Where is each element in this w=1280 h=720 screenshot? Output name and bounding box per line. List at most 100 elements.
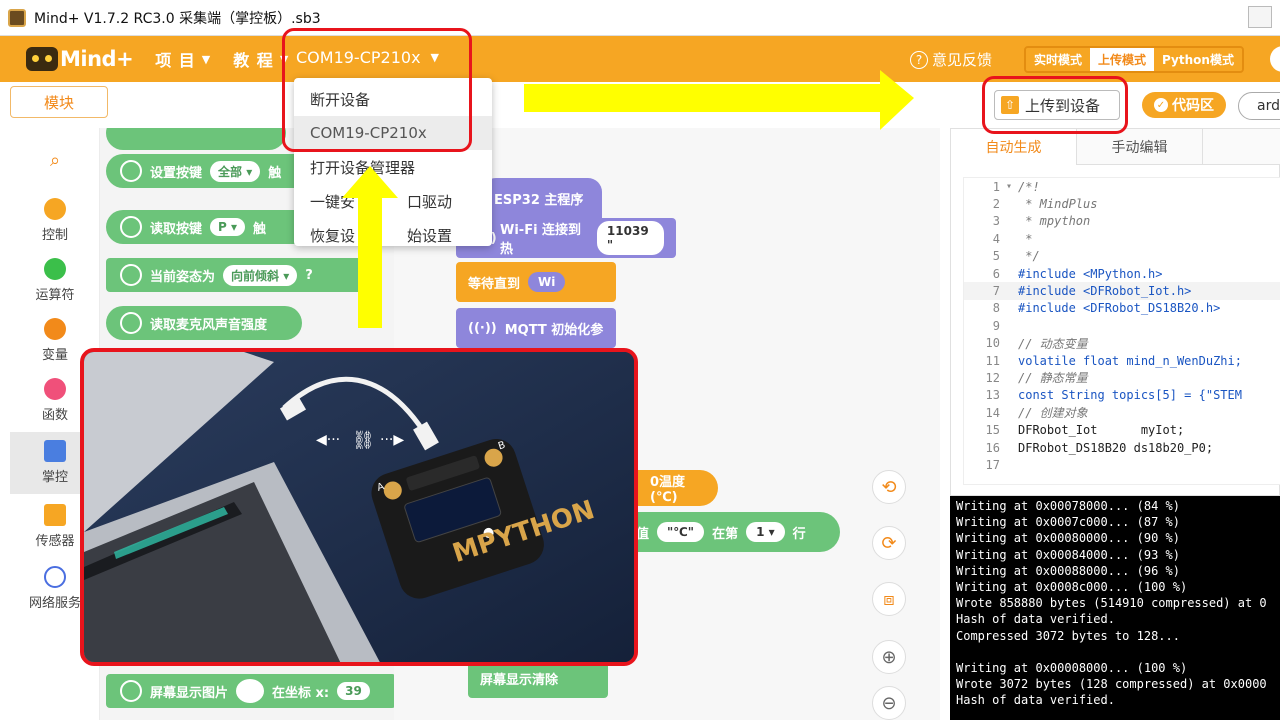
code-line[interactable]: 13 const String topics[5] = {"STEM <box>964 387 1280 404</box>
code-line[interactable]: 4 * <box>964 230 1280 247</box>
block-label: 0温度(℃) <box>650 475 686 505</box>
category-dot-icon <box>44 378 66 400</box>
user-avatar[interactable] <box>1270 46 1280 72</box>
window-titlebar: Mind+ V1.7.2 RC3.0 采集端（掌控板）.sb3 <box>0 0 1280 36</box>
board-select[interactable]: ard <box>1238 92 1280 120</box>
row-label: 在第 <box>712 526 739 542</box>
code-text: // 创建对象 <box>1018 406 1088 421</box>
code-text: const String topics[5] = {"STEM <box>1018 388 1242 403</box>
wifi-ssid-input[interactable]: 11039 " <box>596 221 664 255</box>
block-dropdown[interactable]: P ▾ <box>210 218 246 236</box>
block-dropdown[interactable]: 全部 ▾ <box>210 160 261 182</box>
block-label: Wi-Fi 连接到 热 <box>500 223 582 257</box>
code-line[interactable]: 6 #include <MPython.h> <box>964 265 1280 282</box>
chip-icon <box>44 440 66 462</box>
console-line: Writing at 0x00080000... (90 %) <box>956 531 1180 546</box>
code-editor[interactable]: 1 ▾/*! 2 * MindPlus 3 * mpython 4 * 5 */6 #inc… <box>963 177 1280 485</box>
upload-console: Writing at 0x00078000... (84 %) Writing a… <box>950 496 1280 720</box>
caret-down-icon: ▼ <box>201 52 212 66</box>
image-picker[interactable] <box>236 679 265 703</box>
line-number: 7 <box>992 284 1000 299</box>
code-line[interactable]: 14 // 创建对象 <box>964 404 1280 421</box>
code-area-toggle[interactable]: ✓ 代码区 <box>1142 92 1226 118</box>
code-line[interactable]: 17 <box>964 456 1280 473</box>
tab-auto-generate[interactable]: 自动生成 <box>951 129 1077 165</box>
code-panel: 自动生成 手动编辑 1 ▾/*! 2 * MindPlus 3 * mpython 4 … <box>950 128 1280 496</box>
code-line[interactable]: 11 volatile float mind_n_WenDuZhi; <box>964 352 1280 369</box>
touch-icon <box>120 160 142 182</box>
fold-icon[interactable]: ▾ <box>1006 181 1018 192</box>
row-dropdown[interactable]: 1 ▾ <box>746 522 785 542</box>
block-temperature[interactable]: 0温度(℃) <box>638 470 718 506</box>
unit-input[interactable]: "℃" <box>657 522 705 542</box>
code-line[interactable]: 7 #include <DFRobot_Iot.h> <box>964 282 1280 300</box>
tab-manual-edit[interactable]: 手动编辑 <box>1077 129 1203 165</box>
code-line[interactable]: 16 DFRobot_DS18B20 ds18b20_P0; <box>964 439 1280 456</box>
window-title: Mind+ V1.7.2 RC3.0 采集端（掌控板）.sb3 <box>34 10 321 27</box>
mode-upload[interactable]: 上传模式 <box>1090 48 1155 71</box>
block-wait-until[interactable]: 等待直到 Wi <box>456 262 616 302</box>
right-arrow-dots-icon: ···▶ <box>380 432 404 448</box>
line-number: 11 <box>985 353 1000 368</box>
code-line[interactable]: 3 * mpython <box>964 213 1280 230</box>
code-text: DFRobot_DS18B20 ds18b20_P0; <box>1018 440 1214 455</box>
block-read-button[interactable]: 读取按键 P ▾ 触 <box>106 210 316 244</box>
line-number: 1 <box>992 179 1000 194</box>
block-partial[interactable] <box>106 128 286 150</box>
redo-icon[interactable]: ⟳ <box>872 526 906 560</box>
menu-tutorial[interactable]: 教 程 ▼ <box>233 47 289 71</box>
code-text: // 动态变量 <box>1018 336 1088 351</box>
x-coordinate-input[interactable]: 39 <box>337 682 370 700</box>
block-dropdown[interactable]: 向前倾斜 ▾ <box>223 264 298 286</box>
zoom-in-icon[interactable]: ⊕ <box>872 640 906 674</box>
block-set-button[interactable]: 设置按键 全部 ▾ 触 <box>106 154 316 188</box>
line-number: 14 <box>985 405 1000 420</box>
mode-switch: 实时模式 上传模式 Python模式 <box>1024 46 1244 73</box>
code-line[interactable]: 12 // 静态常量 <box>964 369 1280 386</box>
sidebar-item-label: 传感器 <box>35 534 75 549</box>
line-number: 12 <box>985 370 1000 385</box>
menu-project-label: 项 目 <box>155 51 196 70</box>
console-line: Hash of data verified. <box>956 612 1115 627</box>
sidebar-item-control[interactable]: 控制 <box>10 198 100 243</box>
search-category[interactable]: ⌕ <box>10 150 100 171</box>
code-line[interactable]: 8 #include <DFRobot_DS18B20.h> <box>964 300 1280 317</box>
block-show-image[interactable]: 屏幕显示图片 在坐标 x: 39 <box>106 674 394 708</box>
module-button[interactable]: 模块 <box>10 86 108 118</box>
block-show-text-row[interactable]: 值 "℃" 在第 1 ▾ 行 <box>624 512 840 552</box>
code-text: /*! <box>1018 179 1040 194</box>
sidebar-item-label: 掌控 <box>41 470 68 485</box>
feedback-link[interactable]: ? 意见反馈 <box>910 49 992 70</box>
block-tail: 触 <box>268 165 282 181</box>
code-line[interactable]: 2 * MindPlus <box>964 195 1280 212</box>
console-line: Compressed 3072 bytes to 128... <box>956 628 1180 643</box>
sidebar-item-operators[interactable]: 运算符 <box>10 258 100 303</box>
block-mic-volume[interactable]: 读取麦克风声音强度 <box>106 306 302 340</box>
highlight-com-port <box>282 28 472 152</box>
console-line: Hash of data verified. <box>956 693 1115 708</box>
code-text: DFRobot_Iot myIot; <box>1018 423 1185 438</box>
mode-python[interactable]: Python模式 <box>1154 48 1242 71</box>
block-esp32-main[interactable]: ESP32 主程序 <box>482 178 602 218</box>
line-number: 16 <box>985 440 1000 455</box>
mode-realtime[interactable]: 实时模式 <box>1026 48 1091 71</box>
code-line[interactable]: 1 ▾/*! <box>964 178 1280 195</box>
wifi-condition[interactable]: Wi <box>528 272 566 292</box>
crop-icon[interactable]: ⧈ <box>872 582 906 616</box>
undo-icon[interactable]: ⟲ <box>872 470 906 504</box>
robot-logo-icon <box>26 47 58 71</box>
touch-icon <box>120 312 142 334</box>
menu-project[interactable]: 项 目 ▼ <box>155 47 211 71</box>
sensor-chip-icon <box>44 504 66 526</box>
zoom-out-icon[interactable]: ⊖ <box>872 686 906 720</box>
logo-text: Mind+ <box>60 47 134 71</box>
block-posture[interactable]: 当前姿态为 向前倾斜 ▾ ? <box>106 258 362 292</box>
check-icon: ✓ <box>1154 98 1168 112</box>
code-line[interactable]: 5 */ <box>964 248 1280 265</box>
code-line[interactable]: 9 <box>964 317 1280 334</box>
block-mqtt-init[interactable]: ((·)) MQTT 初始化参 <box>456 308 616 348</box>
code-line[interactable]: 15 DFRobot_Iot myIot; <box>964 421 1280 438</box>
code-line[interactable]: 10 // 动态变量 <box>964 335 1280 352</box>
window-control-button[interactable] <box>1248 6 1272 28</box>
